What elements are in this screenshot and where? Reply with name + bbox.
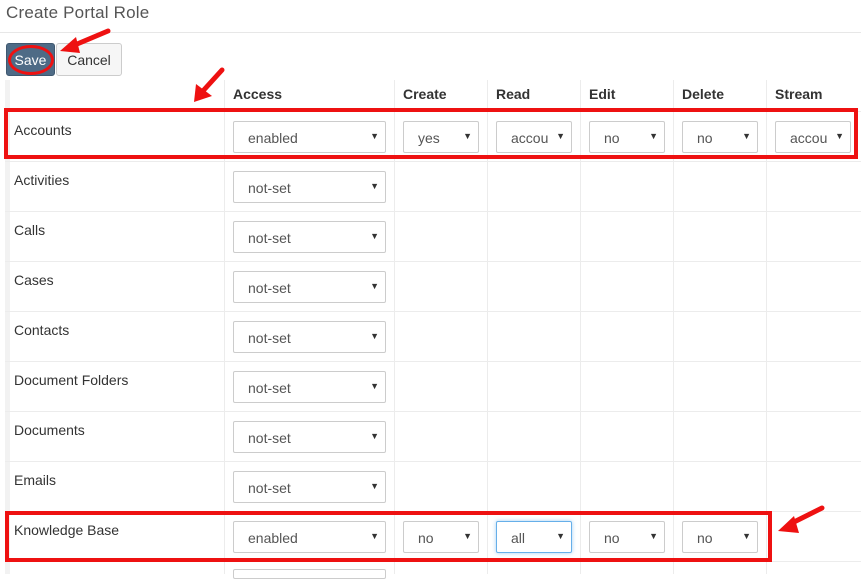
select-value: no	[697, 530, 713, 546]
row-label-cases: Cases	[14, 272, 54, 288]
caret-down-icon: ▼	[742, 131, 751, 141]
column-header-delete: Delete	[682, 86, 725, 102]
column-header-edit: Edit	[589, 86, 616, 102]
contacts-access-select[interactable]: not-set ▼	[233, 321, 386, 353]
row-divider	[5, 211, 861, 212]
select-value: not-set	[248, 180, 291, 196]
emails-access-select[interactable]: not-set ▼	[233, 471, 386, 503]
row-divider	[5, 261, 861, 262]
select-value: accou	[790, 130, 828, 146]
caret-down-icon: ▼	[742, 531, 751, 541]
caret-down-icon: ▼	[463, 131, 472, 141]
row-label-contacts: Contacts	[14, 322, 70, 338]
caret-down-icon: ▼	[370, 181, 379, 191]
column-header-access: Access	[233, 86, 283, 102]
calls-access-select[interactable]: not-set ▼	[233, 221, 386, 253]
accounts-edit-select[interactable]: no ▼	[589, 121, 665, 153]
select-value: not-set	[248, 280, 291, 296]
row-label-document-folders: Document Folders	[14, 372, 129, 388]
column-divider	[487, 80, 488, 574]
activities-access-select[interactable]: not-set ▼	[233, 171, 386, 203]
select-value: no	[697, 130, 713, 146]
column-divider	[673, 80, 674, 574]
column-divider	[766, 80, 767, 574]
row-divider	[5, 411, 861, 412]
select-value: no	[604, 530, 620, 546]
knowledge-base-access-select[interactable]: enabled ▼	[233, 521, 386, 553]
knowledge-base-create-select[interactable]: no ▼	[403, 521, 479, 553]
accounts-delete-select[interactable]: no ▼	[682, 121, 758, 153]
knowledge-base-delete-select[interactable]: no ▼	[682, 521, 758, 553]
knowledge-base-edit-select[interactable]: no ▼	[589, 521, 665, 553]
save-button[interactable]: Save	[6, 43, 55, 76]
caret-down-icon: ▼	[370, 531, 379, 541]
select-value: not-set	[248, 430, 291, 446]
accounts-read-select[interactable]: accou ▼	[496, 121, 572, 153]
next-row-access-select[interactable]	[233, 569, 386, 579]
title-divider	[0, 32, 861, 33]
row-label-calls: Calls	[14, 222, 46, 238]
page-title: Create Portal Role	[6, 3, 150, 22]
row-divider	[5, 161, 861, 162]
row-label-knowledge-base: Knowledge Base	[14, 522, 120, 538]
select-value: no	[604, 130, 620, 146]
caret-down-icon: ▼	[649, 131, 658, 141]
caret-down-icon: ▼	[370, 281, 379, 291]
row-divider	[5, 561, 861, 562]
select-value: enabled	[248, 530, 298, 546]
column-divider	[394, 80, 395, 574]
accounts-stream-select[interactable]: accou ▼	[775, 121, 851, 153]
caret-down-icon: ▼	[370, 231, 379, 241]
column-header-stream: Stream	[775, 86, 823, 102]
row-divider	[5, 311, 861, 312]
caret-down-icon: ▼	[463, 531, 472, 541]
select-value: not-set	[248, 480, 291, 496]
caret-down-icon: ▼	[370, 381, 379, 391]
row-divider	[5, 461, 861, 462]
row-divider	[5, 361, 861, 362]
caret-down-icon: ▼	[556, 131, 565, 141]
caret-down-icon: ▼	[556, 531, 565, 541]
row-divider	[5, 111, 861, 112]
row-label-accounts: Accounts	[14, 122, 72, 138]
caret-down-icon: ▼	[370, 431, 379, 441]
column-divider	[580, 80, 581, 574]
accounts-create-select[interactable]: yes ▼	[403, 121, 479, 153]
table-left-band	[5, 80, 10, 574]
column-header-create: Create	[403, 86, 447, 102]
select-value: not-set	[248, 380, 291, 396]
select-value: no	[418, 530, 434, 546]
select-value: not-set	[248, 330, 291, 346]
accounts-access-select[interactable]: enabled ▼	[233, 121, 386, 153]
select-value: enabled	[248, 130, 298, 146]
column-divider	[224, 80, 225, 574]
select-value: yes	[418, 130, 440, 146]
column-header-read: Read	[496, 86, 531, 102]
row-label-emails: Emails	[14, 472, 57, 488]
cancel-button[interactable]: Cancel	[56, 43, 122, 76]
caret-down-icon: ▼	[370, 131, 379, 141]
caret-down-icon: ▼	[370, 481, 379, 491]
row-label-documents: Documents	[14, 422, 85, 438]
select-value: accou	[511, 130, 549, 146]
documents-access-select[interactable]: not-set ▼	[233, 421, 386, 453]
caret-down-icon: ▼	[649, 531, 658, 541]
caret-down-icon: ▼	[370, 331, 379, 341]
row-divider	[5, 511, 861, 512]
cases-access-select[interactable]: not-set ▼	[233, 271, 386, 303]
document-folders-access-select[interactable]: not-set ▼	[233, 371, 386, 403]
permissions-table	[5, 80, 861, 574]
select-value: not-set	[248, 230, 291, 246]
knowledge-base-read-select[interactable]: all ▼	[496, 521, 572, 553]
select-value: all	[511, 530, 526, 546]
caret-down-icon: ▼	[835, 131, 844, 141]
row-label-activities: Activities	[14, 172, 70, 188]
